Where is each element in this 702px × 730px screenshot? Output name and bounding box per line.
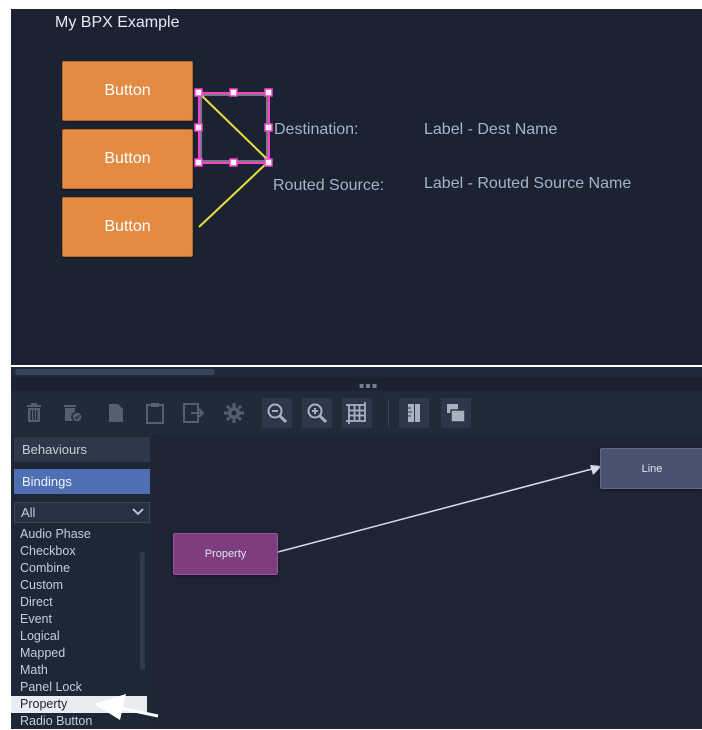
gear-icon[interactable] <box>219 398 249 428</box>
list-item-checkbox[interactable]: Checkbox <box>11 543 147 560</box>
delete-all-icon[interactable] <box>58 398 88 428</box>
splitter-grip[interactable]: ▪▪▪ <box>359 381 378 390</box>
list-item-custom[interactable]: Custom <box>11 577 147 594</box>
sidebar-scrollbar[interactable] <box>140 552 145 670</box>
design-canvas[interactable]: My BPX Example Button Button Button Dest… <box>11 9 702 365</box>
connector-line-2 <box>198 160 270 228</box>
destination-value-label: Label - Dest Name <box>424 121 558 138</box>
binding-filter-select[interactable]: All <box>14 502 150 523</box>
layers-icon[interactable] <box>441 398 471 428</box>
resize-handle <box>264 88 273 97</box>
list-item-audio-phase[interactable]: Audio Phase <box>11 526 147 543</box>
list-item-logical[interactable]: Logical <box>11 628 147 645</box>
clipboard-icon[interactable] <box>140 398 170 428</box>
toolbar-separator <box>388 399 389 427</box>
list-item-combine[interactable]: Combine <box>11 560 147 577</box>
ruler-icon[interactable] <box>399 398 429 428</box>
binding-graph-canvas[interactable]: Property Line <box>155 435 702 729</box>
line-node[interactable]: Line <box>600 448 702 489</box>
routed-source-value-label: Label - Routed Source Name <box>424 175 632 192</box>
resize-handle <box>194 158 203 167</box>
list-item-math[interactable]: Math <box>11 662 147 679</box>
resize-handle <box>264 158 273 167</box>
zoom-in-icon[interactable] <box>302 398 332 428</box>
chevron-down-icon <box>131 506 145 521</box>
zoom-out-icon[interactable] <box>262 398 292 428</box>
connector-line-1 <box>198 92 270 162</box>
canvas-horizontal-scrollbar[interactable] <box>11 367 702 377</box>
property-node[interactable]: Property <box>173 533 278 575</box>
export-icon[interactable] <box>179 398 209 428</box>
document-icon[interactable] <box>101 398 131 428</box>
resize-handle <box>229 158 238 167</box>
resize-handle <box>229 88 238 97</box>
resize-handle <box>194 88 203 97</box>
destination-caption: Destination: <box>274 121 359 138</box>
list-item-mapped[interactable]: Mapped <box>11 645 147 662</box>
bindings-sidebar: Behaviours Bindings All Audio Phase Chec… <box>11 435 153 729</box>
grid-icon[interactable] <box>342 398 372 428</box>
trash-icon[interactable] <box>19 398 49 428</box>
binding-filter-value: All <box>21 505 36 520</box>
resize-handle <box>194 123 203 132</box>
bindings-panel: ▪▪▪ Behaviours Bindings All Audio Phase … <box>11 377 702 729</box>
tab-behaviours[interactable]: Behaviours <box>14 437 150 462</box>
list-item-direct[interactable]: Direct <box>11 594 147 611</box>
resize-handle <box>264 123 273 132</box>
pointer-arrow-icon <box>94 694 159 720</box>
list-item-event[interactable]: Event <box>11 611 147 628</box>
scrollbar-thumb[interactable] <box>15 369 215 375</box>
routed-source-caption: Routed Source: <box>273 177 385 194</box>
toolbar <box>11 391 702 436</box>
tab-bindings[interactable]: Bindings <box>14 469 150 494</box>
